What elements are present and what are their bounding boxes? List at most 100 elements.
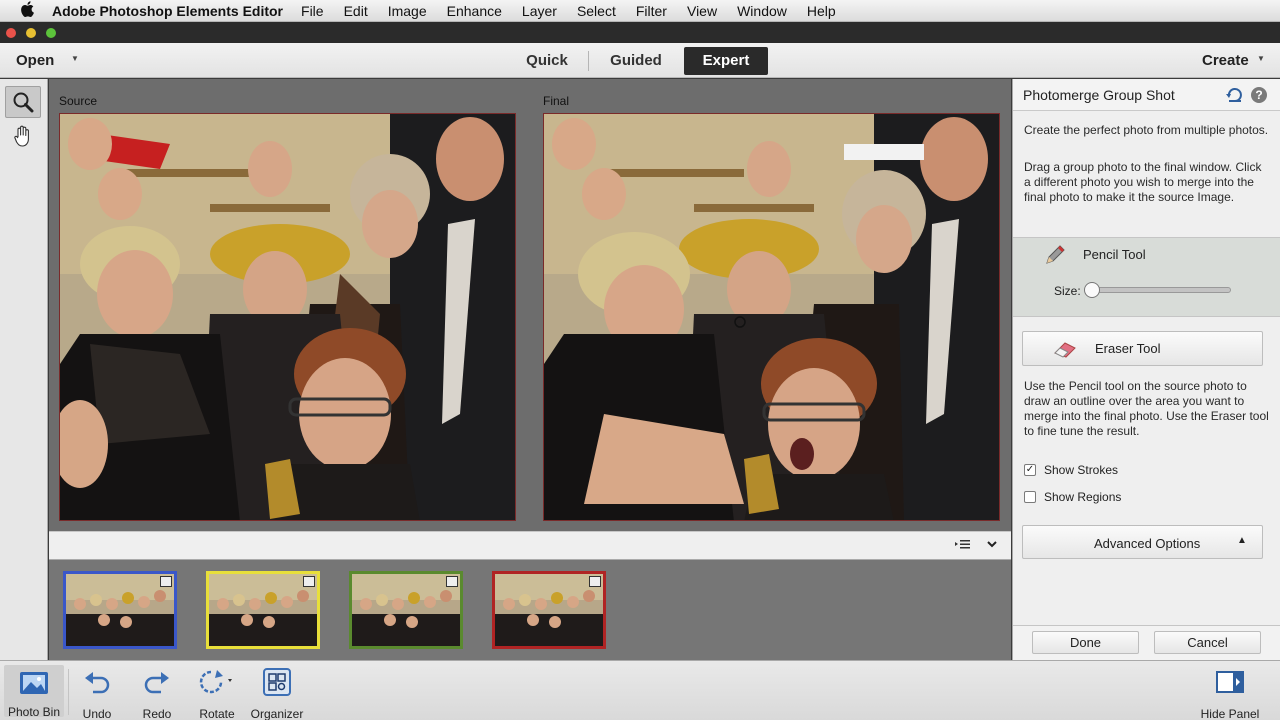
panel-header: Photomerge Group Shot ? <box>1013 79 1280 111</box>
zoom-window-button[interactable] <box>46 28 56 38</box>
panel-footer: Done Cancel <box>1013 625 1280 660</box>
close-window-button[interactable] <box>6 28 16 38</box>
size-slider-handle[interactable] <box>1084 282 1100 298</box>
photomerge-badge-icon <box>303 576 315 587</box>
panel-intro-text-1: Create the perfect photo from multiple p… <box>1024 123 1269 137</box>
minimize-window-button[interactable] <box>26 28 36 38</box>
app-name-menu[interactable]: Adobe Photoshop Elements Editor <box>52 3 283 19</box>
rotate-button[interactable]: Rotate <box>192 665 242 720</box>
pencil-tool-label: Pencil Tool <box>1083 247 1146 262</box>
source-photo-image <box>60 114 515 520</box>
bottom-taskbar: Photo Bin Undo Redo Rotate Organizer Hid… <box>0 660 1280 720</box>
photomerge-badge-icon <box>160 576 172 587</box>
toolbox <box>0 79 48 660</box>
undo-icon <box>85 672 110 694</box>
menu-filter[interactable]: Filter <box>636 3 667 19</box>
photomerge-badge-icon <box>446 576 458 587</box>
tab-divider <box>588 51 589 71</box>
create-dropdown-arrow-icon[interactable]: ▼ <box>1257 54 1265 63</box>
apple-logo-icon[interactable] <box>20 0 36 21</box>
final-label: Final <box>543 94 570 108</box>
hand-icon <box>14 125 29 147</box>
final-photo[interactable] <box>543 113 1000 521</box>
hide-panel-icon <box>1216 671 1244 693</box>
source-label: Source <box>59 94 98 108</box>
pencil-tool-section[interactable]: Pencil Tool Size: <box>1013 237 1280 317</box>
menu-view[interactable]: View <box>687 3 717 19</box>
menu-file[interactable]: File <box>301 3 324 19</box>
thumbnail-image <box>495 574 603 646</box>
menu-select[interactable]: Select <box>577 3 616 19</box>
organizer-icon <box>263 668 291 696</box>
organizer-label: Organizer <box>250 707 304 720</box>
bin-options-menu-icon[interactable] <box>955 538 971 553</box>
tab-quick[interactable]: Quick <box>512 47 582 75</box>
show-regions-checkbox[interactable] <box>1024 491 1036 503</box>
eraser-icon <box>1053 339 1077 362</box>
magnifier-icon <box>13 92 34 113</box>
photo-bin-thumbnail[interactable] <box>63 571 177 649</box>
create-button[interactable]: Create <box>1202 52 1249 69</box>
pencil-help-text: Use the Pencil tool on the source photo … <box>1024 379 1269 438</box>
advanced-options-label: Advanced Options <box>1094 536 1201 551</box>
hand-tool-button[interactable] <box>5 120 41 152</box>
tab-expert[interactable]: Expert <box>684 47 768 75</box>
hide-panel-label: Hide Panel <box>1200 707 1260 720</box>
photo-bin-thumbnail[interactable] <box>492 571 606 649</box>
source-photo[interactable] <box>59 113 516 521</box>
rotate-icon <box>199 670 232 694</box>
thumbnail-image <box>209 574 317 646</box>
photo-bin-icon <box>20 672 48 694</box>
open-button[interactable]: Open <box>16 52 54 69</box>
show-regions-label[interactable]: Show Regions <box>1044 490 1121 504</box>
photo-bin-thumbnail[interactable] <box>206 571 320 649</box>
mode-bar: Open ▼ Quick Guided Expert Create ▼ <box>0 43 1280 78</box>
photo-bin <box>49 560 1011 660</box>
thumbnail-image <box>66 574 174 646</box>
window-title-bar <box>0 22 1280 43</box>
redo-icon <box>144 672 169 694</box>
eraser-tool-label: Eraser Tool <box>1095 341 1161 356</box>
caret-up-icon: ▲ <box>1237 535 1247 546</box>
cancel-button[interactable]: Cancel <box>1154 631 1261 654</box>
photo-bin-button[interactable]: Photo Bin <box>4 665 64 719</box>
system-menu-bar: Adobe Photoshop Elements Editor File Edi… <box>0 0 1280 22</box>
menu-image[interactable]: Image <box>388 3 427 19</box>
menu-help[interactable]: Help <box>807 3 836 19</box>
pencil-icon <box>1043 243 1067 272</box>
menu-window[interactable]: Window <box>737 3 787 19</box>
help-icon[interactable]: ? <box>1251 87 1267 103</box>
reset-icon[interactable] <box>1226 87 1244 108</box>
collapse-chevron-icon[interactable] <box>986 538 998 553</box>
photo-bin-label: Photo Bin <box>7 705 61 719</box>
canvas-area: Source Final <box>49 79 1011 531</box>
menu-edit[interactable]: Edit <box>344 3 368 19</box>
photomerge-badge-icon <box>589 576 601 587</box>
done-button[interactable]: Done <box>1032 631 1139 654</box>
advanced-options-button[interactable]: Advanced Options ▲ <box>1022 525 1263 559</box>
open-dropdown-arrow-icon[interactable]: ▼ <box>71 54 79 63</box>
zoom-tool-button[interactable] <box>5 86 41 118</box>
menu-enhance[interactable]: Enhance <box>447 3 502 19</box>
redo-button[interactable]: Redo <box>134 665 180 720</box>
undo-label: Undo <box>82 707 112 720</box>
panel-title: Photomerge Group Shot <box>1023 87 1175 103</box>
menu-layer[interactable]: Layer <box>522 3 557 19</box>
tab-guided[interactable]: Guided <box>596 47 676 75</box>
thumbnail-image <box>352 574 460 646</box>
undo-button[interactable]: Undo <box>74 665 120 720</box>
taskbar-divider <box>68 669 69 715</box>
rotate-label: Rotate <box>199 707 235 720</box>
size-label: Size: <box>1054 284 1081 298</box>
photo-bin-thumbnail[interactable] <box>349 571 463 649</box>
show-strokes-checkbox[interactable]: ✓ <box>1024 464 1036 476</box>
eraser-tool-button[interactable]: Eraser Tool <box>1022 331 1263 366</box>
bin-options-strip <box>49 531 1011 560</box>
organizer-button[interactable]: Organizer <box>246 665 308 720</box>
panel-intro-text-2: Drag a group photo to the final window. … <box>1024 160 1262 204</box>
size-slider-track[interactable] <box>1089 287 1231 293</box>
redo-label: Redo <box>142 707 172 720</box>
final-photo-image <box>544 114 999 520</box>
show-strokes-label[interactable]: Show Strokes <box>1044 463 1118 477</box>
hide-panel-button[interactable]: Hide Panel <box>1196 665 1264 720</box>
